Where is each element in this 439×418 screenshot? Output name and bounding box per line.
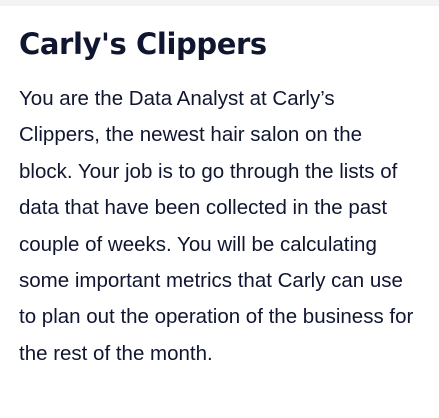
- lesson-description: You are the Data Analyst at Carly’s Clip…: [19, 87, 414, 365]
- lesson-content: Carly's Clippers You are the Data Analys…: [19, 24, 424, 372]
- lesson-title: Carly's Clippers: [19, 27, 267, 61]
- top-divider-strip: [0, 0, 439, 6]
